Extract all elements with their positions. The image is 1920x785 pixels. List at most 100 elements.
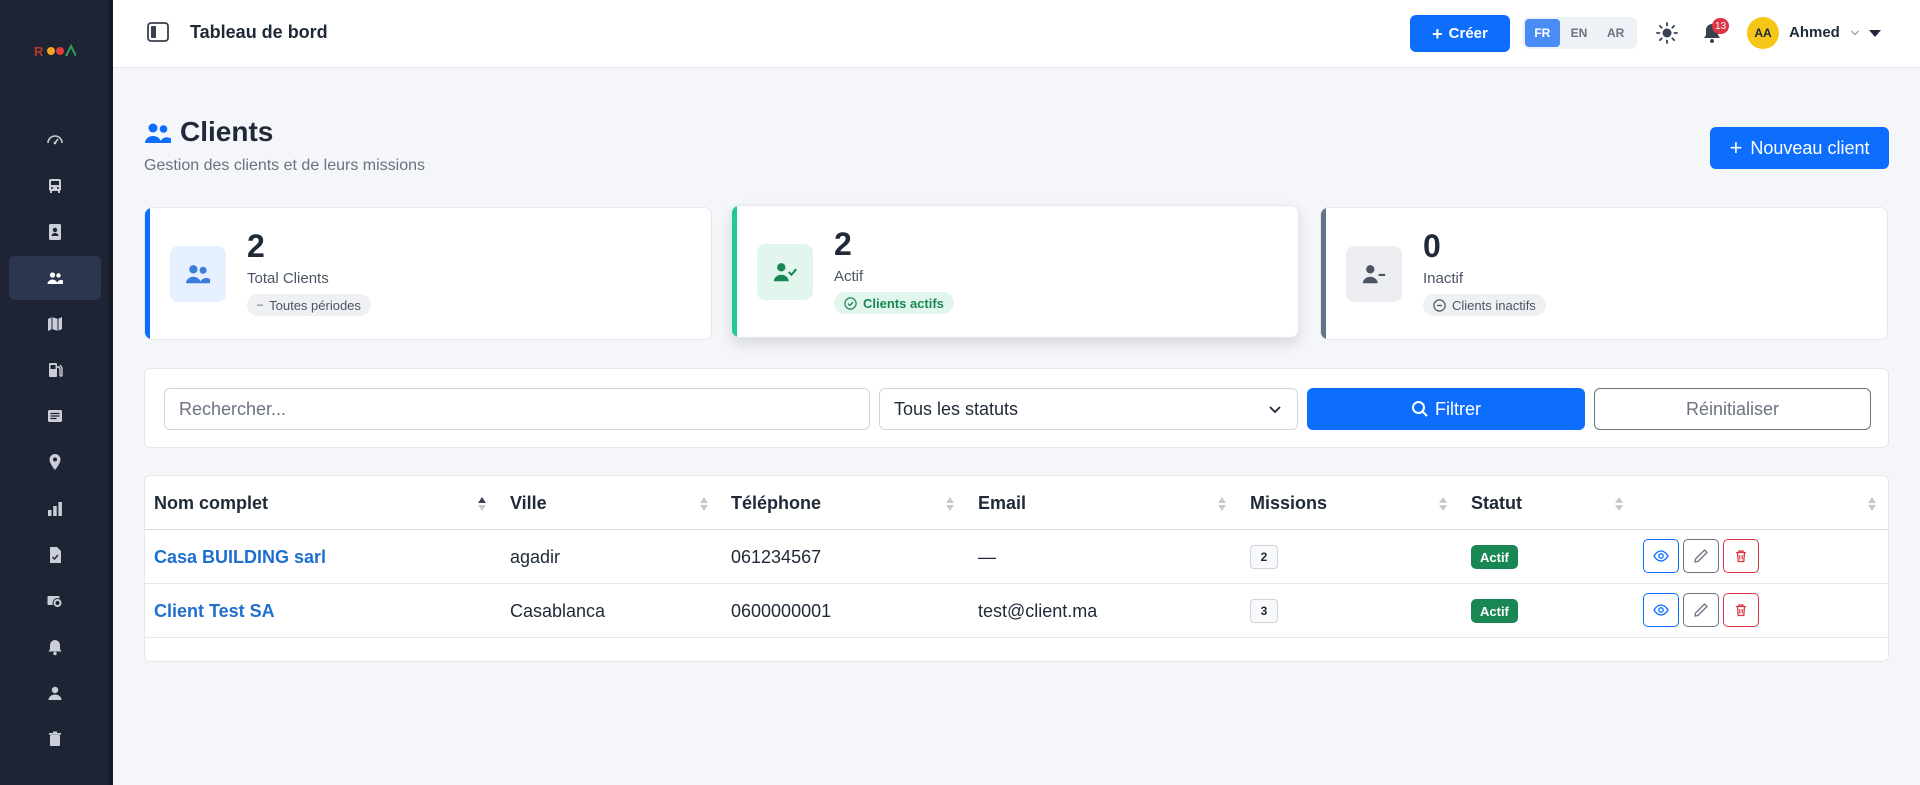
client-name-link[interactable]: Casa BUILDING sarl xyxy=(154,530,326,584)
bus-icon xyxy=(49,179,61,193)
minus-circle-icon xyxy=(1433,298,1446,312)
page-title: Clients xyxy=(180,116,274,147)
notification-count-badge: 13 xyxy=(1712,18,1730,34)
sidebar-item-users[interactable] xyxy=(9,671,101,715)
status-badge: Actif xyxy=(1471,545,1518,569)
stat-value: 2 xyxy=(834,226,852,262)
language-switcher: FR EN AR xyxy=(1523,17,1637,49)
client-email: — xyxy=(978,546,996,567)
users-icon xyxy=(145,123,171,143)
missions-count-badge: 2 xyxy=(1250,545,1278,569)
stat-accent-bar xyxy=(1321,208,1326,339)
client-email: test@client.ma xyxy=(978,600,1098,621)
sort-icon[interactable] xyxy=(699,496,709,512)
edit-button[interactable] xyxy=(1683,539,1719,573)
lang-ar-button[interactable]: AR xyxy=(1598,19,1633,47)
avatar[interactable]: AA xyxy=(1747,17,1779,49)
sort-icon[interactable] xyxy=(1438,496,1448,512)
sort-icon[interactable] xyxy=(1217,496,1227,512)
file-check-icon xyxy=(50,547,61,563)
contact-card-icon xyxy=(49,224,61,240)
sidebar-scrollbar[interactable] xyxy=(109,0,113,785)
sidebar: R xyxy=(0,0,113,785)
column-header-city[interactable]: Ville xyxy=(510,476,547,530)
view-button[interactable] xyxy=(1643,593,1679,627)
stat-label: Total Clients xyxy=(247,270,329,287)
sidebar-item-dashboard[interactable] xyxy=(9,117,101,161)
stat-label: Inactif xyxy=(1423,270,1464,287)
sidebar-item-drivers[interactable] xyxy=(9,210,101,254)
sidebar-item-documents[interactable] xyxy=(9,533,101,577)
new-client-button[interactable]: + Nouveau client xyxy=(1710,127,1889,169)
stat-label: Actif xyxy=(834,268,864,285)
cash-icon xyxy=(47,596,63,608)
status-select[interactable]: Tous les statuts xyxy=(879,388,1298,430)
client-city: Casablanca xyxy=(510,600,606,621)
filter-button-label: Filtrer xyxy=(1435,398,1481,419)
column-header-status[interactable]: Statut xyxy=(1471,476,1522,530)
row-divider xyxy=(145,637,1888,638)
location-pin-icon xyxy=(49,454,61,470)
chevron-down-icon[interactable] xyxy=(1850,28,1860,38)
bell-icon xyxy=(48,640,62,656)
status-select-value: Tous les statuts xyxy=(894,398,1019,419)
sidebar-item-missions[interactable] xyxy=(9,302,101,346)
column-header-phone[interactable]: Téléphone xyxy=(731,476,821,530)
sun-icon[interactable] xyxy=(1655,21,1679,45)
sort-icon[interactable] xyxy=(1614,496,1624,512)
missions-count-badge: 3 xyxy=(1250,599,1278,623)
client-phone: 0600000001 xyxy=(731,600,832,621)
stat-card-total: 2 Total Clients – Toutes périodes xyxy=(144,207,712,340)
filter-button[interactable]: Filtrer xyxy=(1307,388,1585,430)
table-header-divider xyxy=(145,529,1888,530)
eye-icon xyxy=(1653,550,1669,562)
delete-button[interactable] xyxy=(1723,593,1759,627)
plus-icon: + xyxy=(1729,135,1743,160)
fuel-pump-icon xyxy=(49,363,63,377)
edit-button[interactable] xyxy=(1683,593,1719,627)
user-menu-caret-icon[interactable] xyxy=(1869,30,1881,37)
sidebar-item-clients[interactable] xyxy=(9,256,101,300)
sidebar-item-reports[interactable] xyxy=(9,487,101,531)
dashboard-gauge-icon xyxy=(47,135,63,145)
users-icon xyxy=(47,272,63,284)
sidebar-item-notifications[interactable] xyxy=(9,625,101,669)
view-button[interactable] xyxy=(1643,539,1679,573)
stat-pill-label: Toutes périodes xyxy=(269,297,361,313)
delete-button[interactable] xyxy=(1723,539,1759,573)
sidebar-toggle-icon[interactable] xyxy=(147,22,169,42)
column-header-name[interactable]: Nom complet xyxy=(154,476,268,530)
stat-value: 0 xyxy=(1423,228,1441,264)
sidebar-item-trash[interactable] xyxy=(9,717,101,761)
sidebar-item-payments[interactable] xyxy=(9,579,101,623)
svg-text:R: R xyxy=(34,44,44,59)
search-input[interactable] xyxy=(164,388,870,430)
topbar: Tableau de bord + Créer FR EN AR 13 AA A… xyxy=(113,0,1920,68)
sidebar-item-tracking[interactable] xyxy=(9,440,101,484)
lang-fr-button[interactable]: FR xyxy=(1525,19,1560,47)
brand-logo-icon[interactable]: R xyxy=(34,42,76,60)
sidebar-item-fuel[interactable] xyxy=(9,348,101,392)
stat-value: 2 xyxy=(247,228,265,264)
stat-icon-box xyxy=(170,246,226,302)
lang-en-button[interactable]: EN xyxy=(1562,19,1597,47)
plus-icon: + xyxy=(1432,23,1443,44)
user-name[interactable]: Ahmed xyxy=(1789,24,1840,41)
stat-pill-label: Clients inactifs xyxy=(1452,297,1536,313)
sort-icon[interactable] xyxy=(945,496,955,512)
create-button[interactable]: + Créer xyxy=(1410,15,1510,52)
list-card-icon xyxy=(48,410,62,422)
column-header-email[interactable]: Email xyxy=(978,476,1026,530)
column-header-missions[interactable]: Missions xyxy=(1250,476,1327,530)
pencil-icon xyxy=(1694,603,1708,617)
dash-icon: – xyxy=(257,299,264,311)
sidebar-item-vehicles[interactable] xyxy=(9,164,101,208)
sidebar-item-invoices[interactable] xyxy=(9,394,101,438)
sort-icon[interactable] xyxy=(1867,496,1877,512)
search-icon xyxy=(1412,401,1428,417)
reset-button[interactable]: Réinitialiser xyxy=(1594,388,1871,430)
client-name-link[interactable]: Client Test SA xyxy=(154,584,275,638)
sort-asc-icon[interactable] xyxy=(477,496,487,512)
missions-cell: 2 xyxy=(1250,530,1278,584)
user-minus-icon xyxy=(1362,265,1386,284)
